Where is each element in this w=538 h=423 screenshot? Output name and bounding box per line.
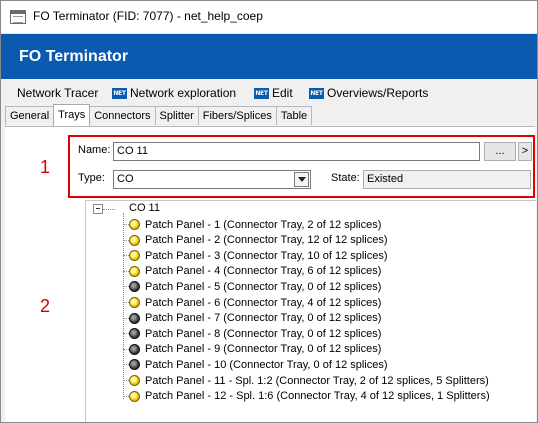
tab-splitter[interactable]: Splitter (154, 106, 199, 125)
tray-used-icon (129, 250, 140, 262)
fo-terminator-window: FO Terminator (FID: 7077) - net_help_coe… (0, 0, 538, 423)
tree-root-node[interactable]: CO 11 (129, 202, 160, 214)
state-field: Existed (363, 170, 531, 189)
net-icon: NET (254, 87, 269, 99)
menu-bar: Network Tracer NET Network exploration N… (1, 81, 537, 105)
chevron-down-icon[interactable] (294, 172, 309, 187)
tray-empty-icon (129, 343, 140, 355)
tree-item-label: Patch Panel - 7 (Connector Tray, 0 of 12… (145, 312, 382, 325)
tray-empty-icon (129, 312, 140, 324)
tray-used-icon (129, 219, 140, 230)
state-label: State: (331, 172, 360, 184)
tray-used-icon (129, 265, 140, 277)
tree-item-patch-panel[interactable]: Patch Panel - 1 (Connector Tray, 2 of 12… (123, 217, 381, 232)
tree-item-patch-panel[interactable]: Patch Panel - 9 (Connector Tray, 0 of 12… (123, 342, 381, 357)
tree-item-patch-panel[interactable]: Patch Panel - 10 (Connector Tray, 0 of 1… (123, 357, 388, 372)
tree-item-patch-panel[interactable]: Patch Panel - 6 (Connector Tray, 4 of 12… (123, 295, 381, 310)
name-label: Name: (78, 144, 111, 156)
tree-item-label: Patch Panel - 10 (Connector Tray, 0 of 1… (145, 358, 388, 371)
menu-label: Network exploration (130, 86, 237, 100)
tab-table[interactable]: Table (275, 106, 313, 125)
menu-network-exploration[interactable]: NET Network exploration (112, 85, 236, 101)
collapse-icon[interactable] (93, 204, 103, 214)
menu-label: Network Tracer (17, 86, 99, 100)
tree-item-label: Patch Panel - 6 (Connector Tray, 4 of 12… (145, 296, 382, 309)
tree-item-label: Patch Panel - 2 (Connector Tray, 12 of 1… (145, 234, 388, 247)
next-button[interactable]: > (518, 142, 532, 161)
menu-edit[interactable]: NET Edit (254, 85, 293, 101)
tree-item-patch-panel[interactable]: Patch Panel - 8 (Connector Tray, 0 of 12… (123, 326, 381, 341)
tab-strip: General Trays Connectors Splitter Fibers… (5, 104, 313, 126)
name-input[interactable]: CO 11 (113, 142, 480, 161)
tab-fibers-splices[interactable]: Fibers/Splices (197, 106, 277, 125)
tray-empty-icon (129, 281, 140, 293)
menu-network-tracer[interactable]: Network Tracer (17, 85, 98, 101)
tab-connectors[interactable]: Connectors (89, 106, 156, 125)
tree-item-label: Patch Panel - 4 (Connector Tray, 6 of 12… (145, 265, 382, 278)
tree-item-label: Patch Panel - 11 - Spl. 1:2 (Connector T… (145, 374, 489, 387)
browse-button[interactable]: ... (484, 142, 516, 161)
tab-general[interactable]: General (5, 106, 55, 125)
app-header-title: FO Terminator (19, 48, 129, 65)
tree-item-label: Patch Panel - 3 (Connector Tray, 10 of 1… (145, 249, 388, 262)
tree-item-patch-panel[interactable]: Patch Panel - 4 (Connector Tray, 6 of 12… (123, 264, 381, 279)
tree-item-patch-panel[interactable]: Patch Panel - 5 (Connector Tray, 0 of 12… (123, 279, 381, 294)
menu-label: Edit (272, 86, 293, 100)
tree-item-patch-panel[interactable]: Patch Panel - 3 (Connector Tray, 10 of 1… (123, 248, 388, 263)
tree-item-patch-panel[interactable]: Patch Panel - 12 - Spl. 1:6 (Connector T… (123, 389, 490, 404)
tree-item-label: Patch Panel - 8 (Connector Tray, 0 of 12… (145, 327, 382, 340)
net-icon: NET (309, 87, 324, 99)
tray-empty-icon (129, 359, 140, 371)
net-icon: NET (112, 87, 127, 99)
tree-item-label: Patch Panel - 1 (Connector Tray, 2 of 12… (145, 218, 382, 231)
window-title: FO Terminator (FID: 7077) - net_help_coe… (33, 9, 263, 23)
type-label: Type: (78, 172, 105, 184)
menu-label: Overviews/Reports (327, 86, 429, 100)
title-bar[interactable]: FO Terminator (FID: 7077) - net_help_coe… (1, 1, 537, 34)
type-select[interactable]: CO (113, 170, 311, 189)
tray-used-icon (129, 234, 140, 246)
annotation-label-1: 1 (40, 157, 51, 177)
tree-item-patch-panel[interactable]: Patch Panel - 2 (Connector Tray, 12 of 1… (123, 233, 388, 248)
tree-item-label: Patch Panel - 9 (Connector Tray, 0 of 12… (145, 343, 382, 356)
menu-overviews-reports[interactable]: NET Overviews/Reports (309, 85, 428, 101)
annotation-label-2: 2 (40, 296, 51, 316)
window-icon (10, 10, 26, 24)
tree-item-label: Patch Panel - 5 (Connector Tray, 0 of 12… (145, 280, 382, 293)
tray-empty-icon (129, 328, 140, 340)
tree-item-patch-panel[interactable]: Patch Panel - 11 - Spl. 1:2 (Connector T… (123, 373, 489, 388)
tree-item-label: Patch Panel - 12 - Spl. 1:6 (Connector T… (145, 390, 490, 403)
tray-used-icon (129, 297, 140, 308)
tree-item-patch-panel[interactable]: Patch Panel - 7 (Connector Tray, 0 of 12… (123, 311, 381, 326)
app-header: FO Terminator (1, 34, 537, 79)
tab-trays[interactable]: Trays (53, 104, 91, 126)
tray-used-icon (129, 375, 140, 386)
tree-connector (103, 209, 115, 210)
type-select-value: CO (117, 173, 134, 185)
tray-used-icon (129, 390, 140, 402)
